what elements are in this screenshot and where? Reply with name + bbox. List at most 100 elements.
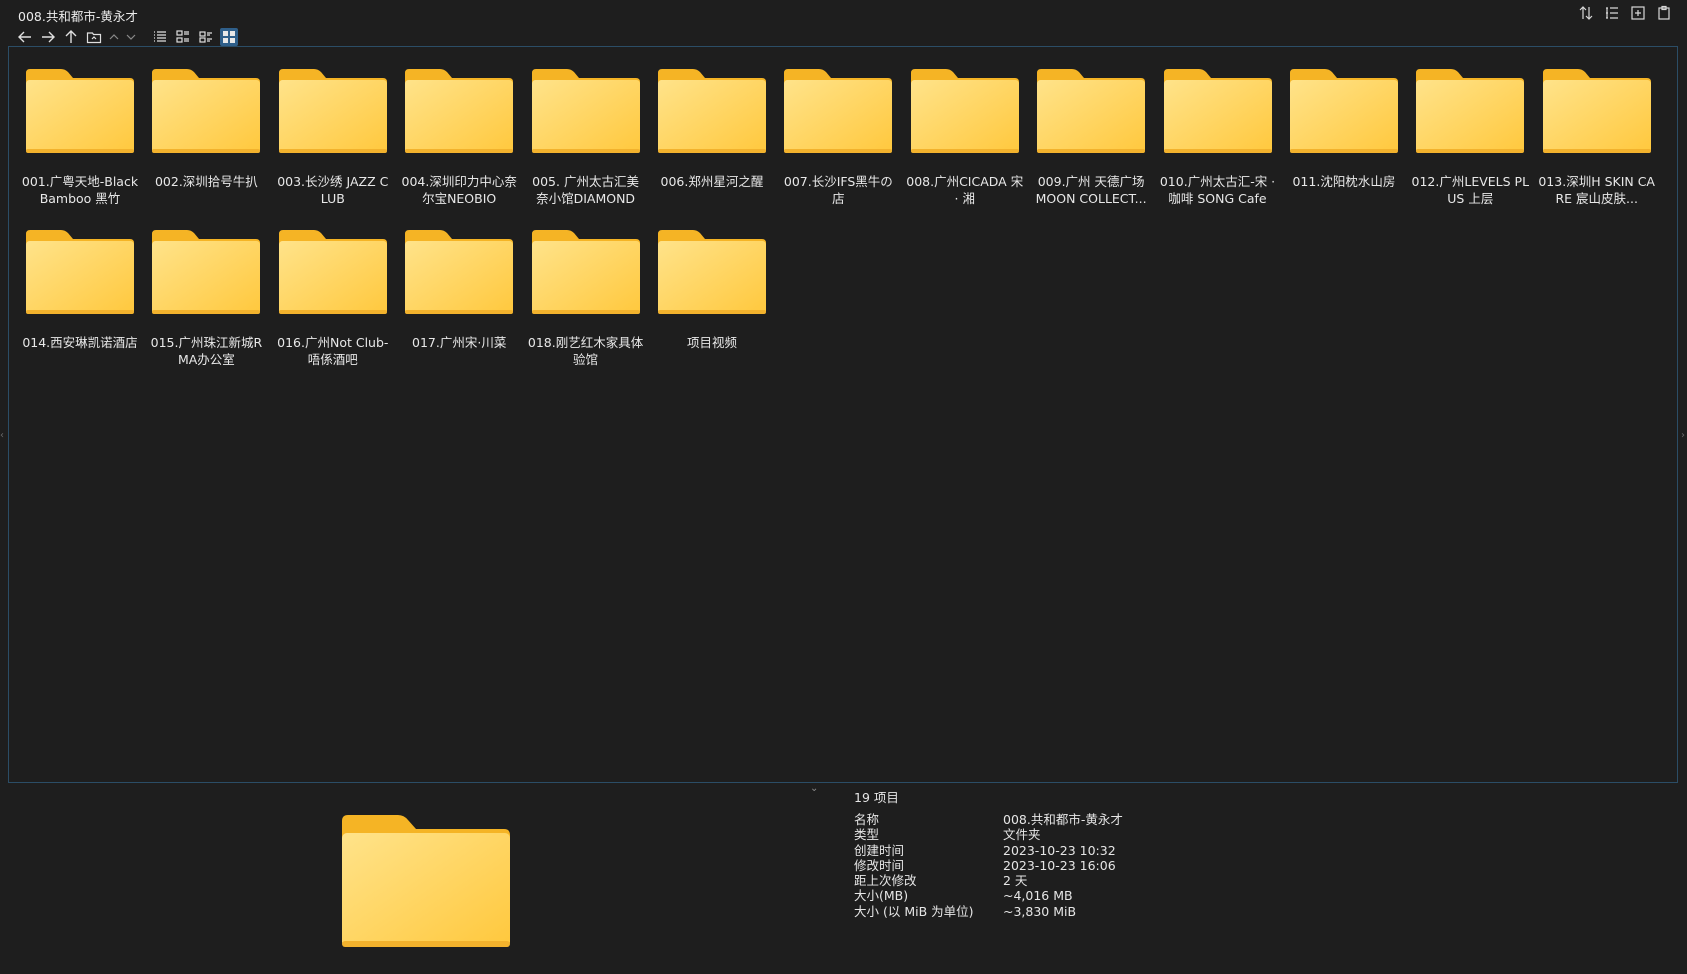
folder-tile[interactable]: 013.深圳H SKIN CARE 宸山皮肤...	[1534, 67, 1660, 228]
folder-tile[interactable]: 017.广州宋·川菜	[396, 228, 522, 389]
folder-name: 008.广州CICADA 宋 · 湘	[906, 174, 1024, 206]
folder-name: 018.刚艺红木家具体验馆	[527, 335, 644, 367]
folder-name: 003.长沙绣 JAZZ CLUB	[277, 174, 389, 206]
details-view-icon[interactable]	[174, 28, 192, 46]
property-value: 2 天	[1003, 873, 1028, 889]
folder-icon	[152, 230, 261, 314]
folder-tile[interactable]: 001.广粤天地-Black Bamboo 黑竹	[17, 67, 143, 228]
folder-icon	[278, 69, 387, 153]
thumbnail-view-icon[interactable]	[220, 28, 238, 46]
property-row: 距上次修改 2 天	[854, 873, 1123, 888]
folder-grid: 001.广粤天地-Black Bamboo 黑竹 002.深圳拾号牛扒 003.…	[17, 67, 1660, 389]
folder-name: 017.广州宋·川菜	[412, 335, 507, 350]
folder-icon	[342, 815, 510, 947]
folder-icon	[1416, 69, 1525, 153]
folder-name: 001.广粤天地-Black Bamboo 黑竹	[21, 174, 139, 206]
property-value: ~3,830 MiB	[1003, 903, 1077, 919]
folder-name: 002.深圳拾号牛扒	[154, 174, 258, 189]
folder-icon	[405, 230, 514, 314]
left-pane-grip[interactable]: ‹	[0, 430, 6, 480]
clipboard-icon[interactable]	[1655, 4, 1673, 22]
folder-tile[interactable]: 005. 广州太古汇美奈小馆DIAMOND	[523, 67, 649, 228]
chevron-down-icon[interactable]	[125, 28, 137, 46]
file-list-pane[interactable]: 001.广粤天地-Black Bamboo 黑竹 002.深圳拾号牛扒 003.…	[8, 46, 1678, 783]
property-row: 类型 文件夹	[854, 827, 1123, 842]
folder-icon	[1542, 69, 1651, 153]
folder-icon	[531, 230, 640, 314]
folder-tile[interactable]: 004.深圳印力中心奈尔宝NEOBIO	[396, 67, 522, 228]
new-pane-icon[interactable]	[1629, 4, 1647, 22]
folder-name: 005. 广州太古汇美奈小馆DIAMOND	[532, 174, 639, 206]
forward-arrow-icon[interactable]	[39, 28, 57, 46]
folder-icon	[26, 230, 134, 314]
folder-icon	[1037, 69, 1146, 153]
chevron-up-icon[interactable]	[108, 28, 120, 46]
folder-icon	[784, 69, 893, 153]
info-pane: 19 项目 名称 008.共和都市-黄永才类型 文件夹创建时间 2023-10-23 …	[846, 783, 1679, 974]
folder-name: 016.广州Not Club-唔係酒吧	[277, 335, 389, 367]
folder-icon	[152, 69, 261, 153]
folder-tile[interactable]: 006.郑州星河之醒	[649, 67, 775, 228]
property-label: 距上次修改	[854, 873, 917, 889]
folder-name: 012.广州LEVELS PLUS 上层	[1411, 174, 1530, 206]
tree-list-icon[interactable]	[1603, 4, 1621, 22]
folder-nav-icon[interactable]	[85, 28, 103, 46]
folder-tile[interactable]: 007.长沙IFS黑牛の店	[775, 67, 901, 228]
property-value: ~4,016 MB	[1003, 888, 1073, 904]
folder-name: 014.西安琳凯诺酒店	[22, 335, 138, 350]
folder-name: 013.深圳H SKIN CARE 宸山皮肤...	[1538, 174, 1655, 206]
folder-tile[interactable]: 014.西安琳凯诺酒店	[17, 228, 143, 389]
folder-icon	[1163, 69, 1272, 153]
property-label: 类型	[854, 827, 880, 843]
property-label: 创建时间	[854, 842, 905, 858]
folder-icon	[1289, 69, 1398, 153]
folder-icon	[531, 69, 640, 153]
folder-tile[interactable]: 010.广州太古汇-宋 · 咖啡 SONG Cafe	[1155, 67, 1281, 228]
folder-icon	[657, 230, 766, 314]
list-view-icon[interactable]	[151, 28, 169, 46]
property-value: 2023-10-23 10:32	[1003, 842, 1116, 858]
folder-name: 007.长沙IFS黑牛の店	[783, 174, 893, 206]
folder-name: 004.深圳印力中心奈尔宝NEOBIO	[401, 174, 517, 206]
right-pane-grip[interactable]: ›	[1681, 430, 1687, 480]
up-arrow-icon[interactable]	[62, 28, 80, 46]
property-label: 大小(MB)	[854, 888, 909, 904]
property-value: 文件夹	[1003, 827, 1041, 843]
item-count: 19 项目	[854, 790, 899, 805]
sort-icon[interactable]	[1577, 4, 1595, 22]
folder-icon	[910, 69, 1019, 153]
folder-name: 006.郑州星河之醒	[660, 174, 764, 189]
folder-name: 015.广州珠江新城RMA办公室	[150, 335, 263, 367]
tiles-view-icon[interactable]	[197, 28, 215, 46]
folder-tile[interactable]: 011.沈阳枕水山房	[1281, 67, 1407, 228]
property-label: 大小 (以 MiB 为单位)	[854, 903, 974, 919]
folder-name: 项目视频	[686, 335, 737, 350]
folder-tile[interactable]: 016.广州Not Club-唔係酒吧	[270, 228, 396, 389]
top-right-tools	[1577, 4, 1673, 22]
property-row: 名称 008.共和都市-黄永才	[854, 812, 1123, 827]
window-title: 008.共和都市-黄永才	[18, 9, 138, 24]
folder-icon	[278, 230, 387, 314]
property-value: 008.共和都市-黄永才	[1003, 812, 1123, 827]
folder-tile[interactable]: 012.广州LEVELS PLUS 上层	[1407, 67, 1533, 228]
folder-icon	[26, 69, 134, 153]
property-label: 修改时间	[854, 857, 905, 873]
folder-name: 011.沈阳枕水山房	[1292, 174, 1396, 189]
preview-pane	[8, 791, 846, 974]
property-row: 创建时间 2023-10-23 10:32	[854, 843, 1123, 858]
folder-icon	[657, 69, 766, 153]
back-arrow-icon[interactable]	[16, 28, 34, 46]
property-value: 2023-10-23 16:06	[1003, 857, 1116, 873]
folder-name: 010.广州太古汇-宋 · 咖啡 SONG Cafe	[1159, 174, 1276, 206]
property-row: 修改时间 2023-10-23 16:06	[854, 858, 1123, 873]
folder-tile[interactable]: 项目视频	[649, 228, 775, 389]
folder-tile[interactable]: 003.长沙绣 JAZZ CLUB	[270, 67, 396, 228]
folder-tile[interactable]: 002.深圳拾号牛扒	[143, 67, 269, 228]
folder-tile[interactable]: 009.广州 天德广场 MOON COLLECT...	[1028, 67, 1154, 228]
folder-icon	[405, 69, 514, 153]
property-label: 名称	[854, 812, 880, 827]
property-row: 大小 (以 MiB 为单位) ~3,830 MiB	[854, 904, 1123, 919]
folder-tile[interactable]: 015.广州珠江新城RMA办公室	[143, 228, 269, 389]
folder-tile[interactable]: 008.广州CICADA 宋 · 湘	[902, 67, 1028, 228]
folder-tile[interactable]: 018.刚艺红木家具体验馆	[523, 228, 649, 389]
